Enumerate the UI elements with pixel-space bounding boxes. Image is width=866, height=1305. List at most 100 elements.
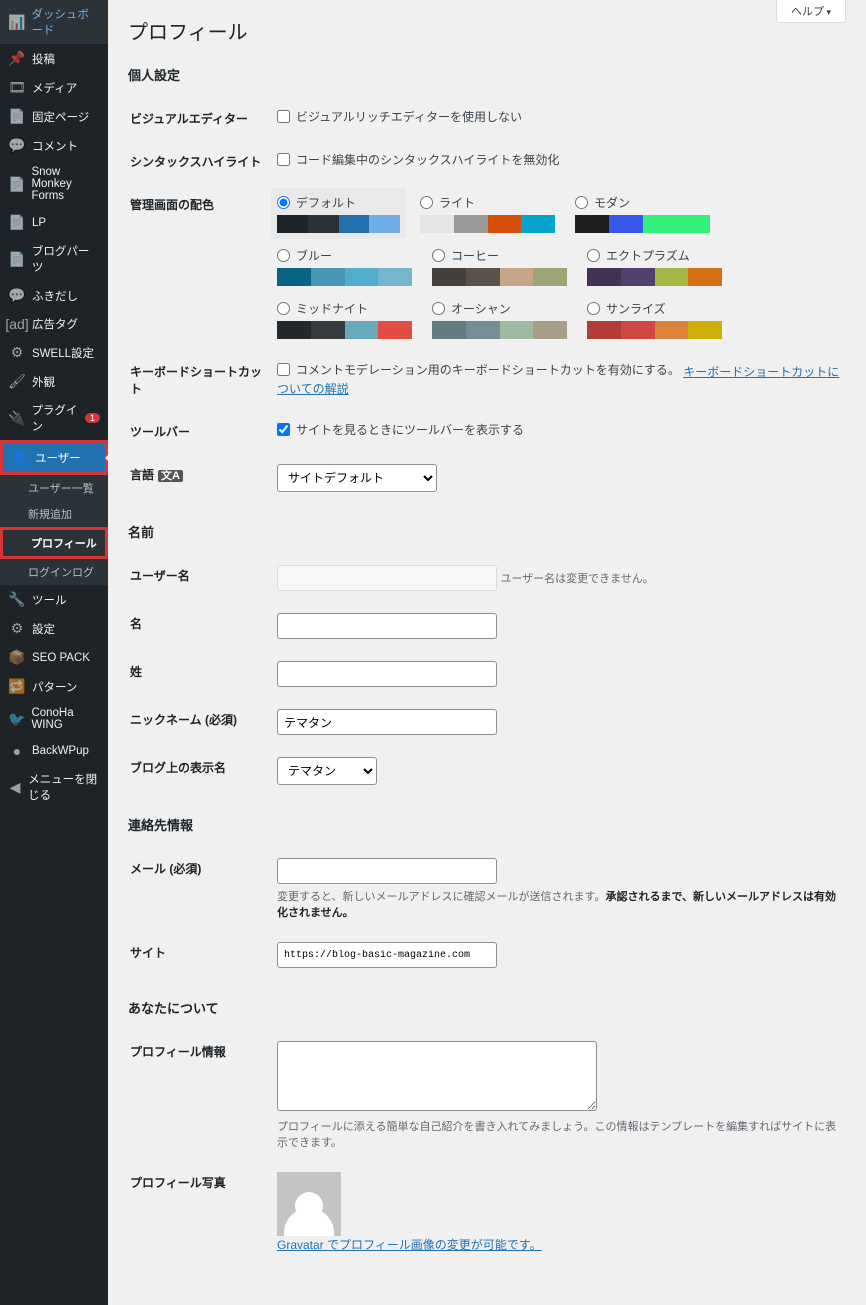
row-nickname-label: ニックネーム (必須) (130, 699, 275, 745)
section-contact: 連絡先情報 (128, 815, 846, 834)
menu-item-Snow Monkey Forms[interactable]: 📄Snow Monkey Forms (0, 160, 108, 208)
color-scheme-label: ライト (439, 194, 475, 211)
color-scheme-サンライズ[interactable]: サンライズ (587, 300, 722, 339)
keyboard-checkbox[interactable] (277, 363, 290, 376)
menu-label: コメント (32, 138, 78, 154)
help-tab[interactable]: ヘルプ (776, 0, 846, 23)
section-personal: 個人設定 (128, 65, 846, 84)
menu-label: ダッシュボード (31, 6, 100, 38)
menu-item-BackWPup[interactable]: ●BackWPup (0, 737, 108, 765)
menu-label: 外観 (32, 374, 55, 390)
color-scheme-label: コーヒー (451, 247, 499, 264)
nickname-input[interactable] (277, 709, 497, 735)
menu-item-LP[interactable]: 📄LP (0, 208, 108, 237)
menu-item-ブログパーツ[interactable]: 📄ブログパーツ (0, 237, 108, 281)
color-scheme-radio[interactable] (432, 249, 445, 262)
menu-item-SEO PACK[interactable]: 📦 SEO PACK (0, 643, 108, 672)
menu-icon: 📄 (8, 251, 26, 268)
color-scheme-ライト[interactable]: ライト (420, 194, 555, 233)
row-color-scheme-label: 管理画面の配色 (130, 184, 275, 349)
menu-item-固定ページ[interactable]: 📄固定ページ (0, 102, 108, 131)
color-scheme-radio[interactable] (277, 249, 290, 262)
submenu-item-新規追加[interactable]: 新規追加 (0, 501, 108, 527)
lastname-input[interactable] (277, 661, 497, 687)
bio-desc: プロフィールに添える簡単な自己紹介を書き入れてみましょう。この情報はテンプレート… (277, 1118, 844, 1150)
bio-textarea[interactable] (277, 1041, 597, 1111)
firstname-input[interactable] (277, 613, 497, 639)
menu-item-メニューを閉じる[interactable]: ◀メニューを閉じる (0, 765, 108, 809)
menu-icon: 🔧 (8, 591, 26, 608)
menu-item-コメント[interactable]: 💬コメント (0, 131, 108, 160)
menu-item-プラグイン[interactable]: 🔌プラグイン1 (0, 396, 108, 440)
website-input[interactable] (277, 942, 497, 968)
color-scheme-label: ミッドナイト (296, 300, 368, 317)
visual-editor-checkbox[interactable] (277, 110, 290, 123)
color-swatch (587, 321, 722, 339)
color-swatch (277, 321, 412, 339)
color-scheme-radio[interactable] (587, 249, 600, 262)
email-input[interactable] (277, 858, 497, 884)
menu-icon: [ad] (8, 316, 26, 332)
visual-editor-cb-label: ビジュアルリッチエディターを使用しない (296, 108, 522, 125)
menu-icon: 💬 (8, 287, 26, 304)
page-title: プロフィール (128, 16, 846, 45)
menu-label: メニューを閉じる (28, 771, 100, 803)
color-scheme-label: オーシャン (451, 300, 511, 317)
menu-label: BackWPup (32, 745, 89, 757)
row-website-label: サイト (130, 932, 275, 978)
color-scheme-コーヒー[interactable]: コーヒー (432, 247, 567, 286)
color-scheme-radio[interactable] (587, 302, 600, 315)
color-scheme-radio[interactable] (277, 196, 290, 209)
menu-item-ユーザー[interactable]: 👤ユーザー (0, 440, 108, 475)
content-area: ヘルプ プロフィール 個人設定 ビジュアルエディター ビジュアルリッチエディター… (108, 0, 866, 1305)
color-scheme-label: サンライズ (606, 300, 666, 317)
menu-item-パターン[interactable]: 🔁 パターン (0, 672, 108, 701)
submenu-item-ログインログ[interactable]: ログインログ (0, 559, 108, 585)
color-scheme-radio[interactable] (575, 196, 588, 209)
menu-icon: 📌 (8, 50, 26, 67)
submenu-item-プロフィール[interactable]: プロフィール (0, 527, 108, 559)
menu-item-投稿[interactable]: 📌投稿 (0, 44, 108, 73)
color-scheme-radio[interactable] (432, 302, 445, 315)
menu-icon: 🔁 (8, 678, 26, 695)
color-scheme-ミッドナイト[interactable]: ミッドナイト (277, 300, 412, 339)
menu-item-SWELL設定[interactable]: ⚙SWELL設定 (0, 338, 108, 367)
menu-item-広告タグ[interactable]: [ad]広告タグ (0, 310, 108, 338)
submenu-item-ユーザー一覧[interactable]: ユーザー一覧 (0, 475, 108, 501)
menu-item-設定[interactable]: ⚙設定 (0, 614, 108, 643)
menu-item-ダッシュボード[interactable]: 📊ダッシュボード (0, 0, 108, 44)
color-scheme-オーシャン[interactable]: オーシャン (432, 300, 567, 339)
color-scheme-モダン[interactable]: モダン (575, 194, 710, 233)
menu-icon: 🐦 (8, 711, 25, 728)
color-scheme-radio[interactable] (277, 302, 290, 315)
update-badge: 1 (85, 413, 100, 423)
menu-item-ツール[interactable]: 🔧ツール (0, 585, 108, 614)
color-scheme-label: モダン (594, 194, 630, 211)
gravatar-link[interactable]: Gravatar でプロフィール画像の変更が可能です。 (277, 1238, 542, 1252)
row-lastname-label: 姓 (130, 651, 275, 697)
color-scheme-デフォルト[interactable]: デフォルト (271, 188, 406, 239)
menu-item-外観[interactable]: 🖌外観 (0, 367, 108, 396)
color-scheme-ブルー[interactable]: ブルー (277, 247, 412, 286)
admin-sidebar: 📊ダッシュボード📌投稿🎞メディア📄固定ページ💬コメント📄Snow Monkey … (0, 0, 108, 1305)
row-keyboard-label: キーボードショートカット (130, 351, 275, 409)
color-swatch (432, 268, 567, 286)
menu-icon: 📄 (8, 108, 26, 125)
menu-label: パターン (32, 679, 77, 695)
menu-item-メディア[interactable]: 🎞メディア (0, 73, 108, 102)
syntax-checkbox[interactable] (277, 153, 290, 166)
displayname-select[interactable]: テマタン (277, 757, 377, 785)
section-name: 名前 (128, 522, 846, 541)
menu-icon: 📦 (8, 649, 26, 666)
toolbar-checkbox[interactable] (277, 423, 290, 436)
color-scheme-radio[interactable] (420, 196, 433, 209)
row-visual-editor-label: ビジュアルエディター (130, 98, 275, 139)
menu-icon: 📄 (8, 176, 25, 193)
color-scheme-エクトプラズム[interactable]: エクトプラズム (587, 247, 722, 286)
color-schemes: デフォルトライトモダンブルーコーヒーエクトプラズムミッドナイトオーシャンサンライ… (277, 194, 844, 339)
menu-item-ふきだし[interactable]: 💬 ふきだし (0, 281, 108, 310)
menu-item-ConoHa WING[interactable]: 🐦ConoHa WING (0, 701, 108, 737)
menu-label: SEO PACK (32, 652, 90, 664)
menu-label: ふきだし (32, 288, 78, 304)
language-select[interactable]: サイトデフォルト (277, 464, 437, 492)
